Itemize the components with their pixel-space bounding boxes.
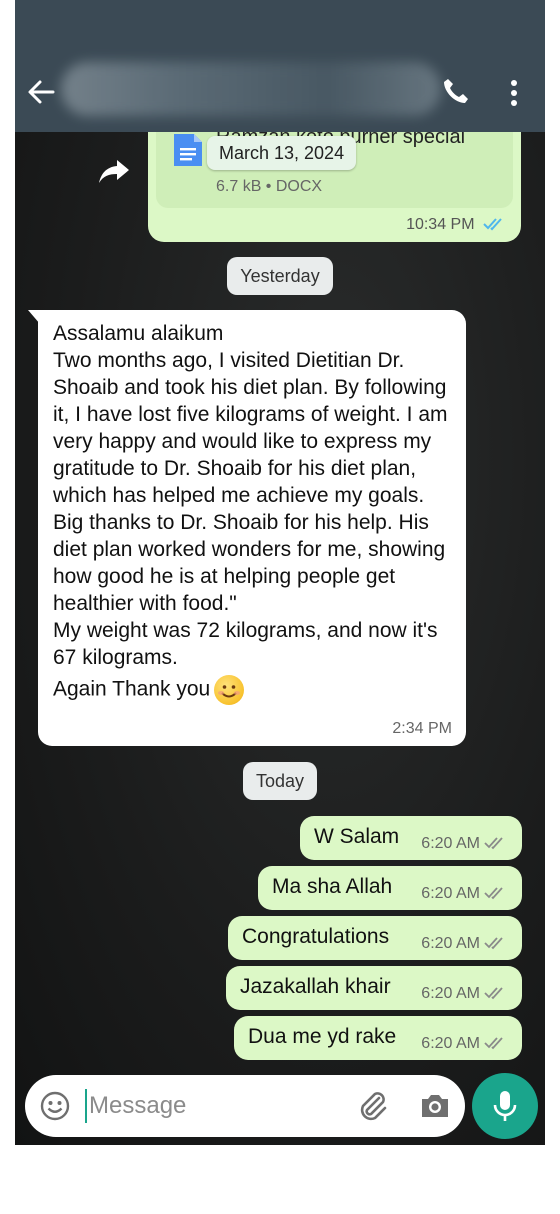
time-label: 6:20 AM: [421, 1035, 480, 1052]
incoming-message-body: Assalamu alaikum Two months ago, I visit…: [53, 322, 448, 669]
message-composer: [25, 1075, 465, 1137]
outgoing-message-text: Ma sha Allah: [272, 875, 393, 898]
chat-header: [15, 0, 545, 132]
chat-screen: Ramzan keto burner special 6.7 kB • DOCX…: [15, 0, 545, 1145]
delivered-receipt-icon: [484, 987, 503, 1000]
date-divider-today: Today: [243, 762, 317, 800]
incoming-message[interactable]: Assalamu alaikum Two months ago, I visit…: [28, 310, 466, 746]
outgoing-message-text: Jazakallah khair: [240, 975, 391, 998]
phone-icon[interactable]: [441, 76, 471, 106]
more-vertical-icon[interactable]: [499, 76, 529, 110]
microphone-icon: [493, 1091, 517, 1121]
date-divider-yesterday: Yesterday: [227, 257, 333, 295]
outgoing-message[interactable]: Dua me yd rake 6:20 AM: [234, 1016, 522, 1060]
bubble-tail: [28, 310, 40, 324]
floating-date-chip: March 13, 2024: [207, 136, 357, 170]
outgoing-message[interactable]: W Salam 6:20 AM: [300, 816, 522, 860]
message-time: 6:20 AM: [421, 935, 508, 953]
delivered-receipt-icon: [484, 1037, 503, 1050]
message-time: 6:20 AM: [421, 885, 508, 903]
time-label: 6:20 AM: [421, 835, 480, 852]
time-label: 6:20 AM: [421, 985, 480, 1002]
time-label: 6:20 AM: [421, 885, 480, 902]
document-meta: 6.7 kB • DOCX: [216, 178, 323, 195]
outgoing-message[interactable]: Ma sha Allah 6:20 AM: [258, 866, 522, 910]
incoming-message-closing-line: Again Thank you: [53, 675, 453, 705]
message-time: 6:20 AM: [421, 985, 508, 1003]
delivered-receipt-icon: [484, 937, 503, 950]
message-time: 2:34 PM: [392, 720, 452, 737]
delivered-receipt-icon: [484, 887, 503, 900]
forward-icon[interactable]: [97, 156, 131, 186]
microphone-button[interactable]: [472, 1073, 538, 1139]
document-file-icon: [174, 134, 202, 166]
camera-icon[interactable]: [418, 1089, 452, 1123]
emoji-icon[interactable]: [39, 1090, 71, 1122]
message-time: 6:20 AM: [421, 835, 508, 853]
time-label: 10:34 PM: [406, 216, 475, 233]
chat-area: Ramzan keto burner special 6.7 kB • DOCX…: [15, 0, 545, 1145]
message-time: 10:34 PM: [406, 216, 507, 234]
smiling-face-emoji-icon: [214, 675, 245, 705]
contact-info-blurred[interactable]: [61, 62, 441, 116]
outgoing-message[interactable]: Congratulations 6:20 AM: [228, 916, 522, 960]
outgoing-message-text: Congratulations: [242, 925, 390, 948]
read-receipt-icon: [483, 218, 502, 231]
paperclip-icon[interactable]: [355, 1089, 389, 1123]
outgoing-message-text: Dua me yd rake: [248, 1025, 397, 1048]
delivered-receipt-icon: [484, 837, 503, 850]
message-input[interactable]: [85, 1089, 335, 1123]
incoming-message-closing: Again Thank you: [53, 677, 211, 701]
time-label: 6:20 AM: [421, 935, 480, 952]
navigation-bar-area: [0, 1145, 560, 1214]
outgoing-message-text: W Salam: [314, 825, 400, 848]
incoming-message-text: Assalamu alaikum Two months ago, I visit…: [53, 320, 453, 705]
message-time: 6:20 AM: [421, 1035, 508, 1053]
arrow-left-icon[interactable]: [23, 74, 59, 110]
outgoing-message[interactable]: Jazakallah khair 6:20 AM: [226, 966, 522, 1010]
